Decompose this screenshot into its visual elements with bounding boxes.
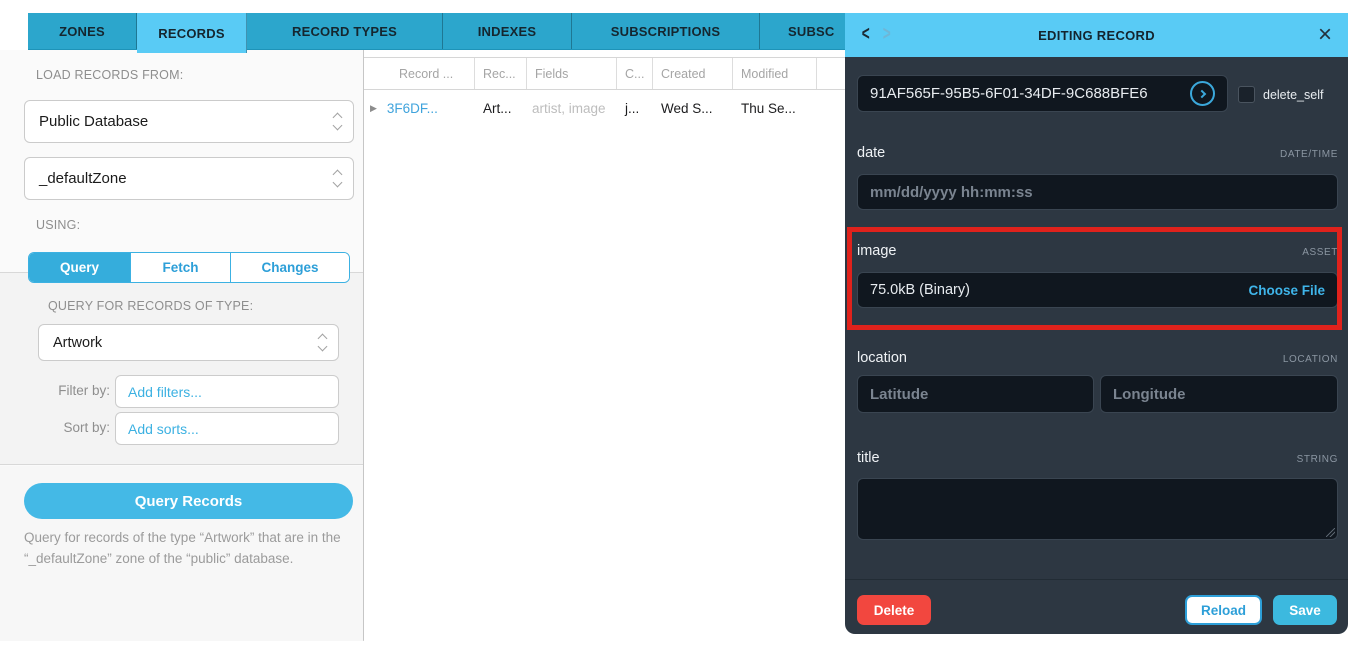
query-records-button[interactable]: Query Records xyxy=(24,483,353,519)
using-segmented-control: Query Fetch Changes xyxy=(28,252,350,283)
updown-chevrons-icon xyxy=(334,114,341,129)
add-sorts-field[interactable]: Add sorts... xyxy=(115,412,339,445)
tab-records[interactable]: RECORDS xyxy=(137,13,247,53)
cloudkit-dashboard: ZONES RECORDS RECORD TYPES INDEXES SUBSC… xyxy=(0,0,1360,654)
delete-self-checkbox[interactable] xyxy=(1238,86,1255,103)
record-type-select-value: Artwork xyxy=(53,335,102,351)
record-id-value: 91AF565F-95B5-6F01-34DF-9C688BFE6 xyxy=(870,85,1148,102)
tab-subscriptions[interactable]: SUBSCRIPTIONS xyxy=(572,13,760,49)
zone-select[interactable]: _defaultZone xyxy=(24,157,354,200)
tabbar: ZONES RECORDS RECORD TYPES INDEXES SUBSC… xyxy=(28,13,845,49)
record-type-cell: Art... xyxy=(475,101,527,116)
modified-cell: Thu Se... xyxy=(733,101,817,116)
title-field-type: STRING xyxy=(1297,454,1338,465)
open-record-icon[interactable] xyxy=(1190,81,1215,106)
sort-by-label: Sort by: xyxy=(38,420,110,435)
tab-indexes[interactable]: INDEXES xyxy=(443,13,572,49)
query-type-label: QUERY FOR RECORDS OF TYPE: xyxy=(48,299,253,313)
delete-button[interactable]: Delete xyxy=(857,595,931,625)
database-select-value: Public Database xyxy=(39,113,148,130)
zone-select-value: _defaultZone xyxy=(39,170,127,187)
column-created-by[interactable]: C... xyxy=(617,58,653,89)
longitude-input[interactable] xyxy=(1100,375,1338,413)
created-cell: Wed S... xyxy=(653,101,733,116)
table-row[interactable]: ▶ 3F6DF... Art... artist, image j... Wed… xyxy=(364,90,845,127)
updown-chevrons-icon xyxy=(334,171,341,186)
date-field-label: date xyxy=(857,145,885,161)
reload-button[interactable]: Reload xyxy=(1185,595,1262,625)
editor-panel: 91AF565F-95B5-6F01-34DF-9C688BFE6 delete… xyxy=(845,57,1348,634)
segment-fetch[interactable]: Fetch xyxy=(131,253,231,282)
column-spacer xyxy=(817,58,845,89)
add-filters-field[interactable]: Add filters... xyxy=(115,375,339,408)
date-field-type: DATE/TIME xyxy=(1280,149,1338,160)
query-sidebar: LOAD RECORDS FROM: Public Database _defa… xyxy=(0,50,364,641)
column-created[interactable]: Created xyxy=(653,58,733,89)
tab-record-types[interactable]: RECORD TYPES xyxy=(247,13,443,49)
segment-query[interactable]: Query xyxy=(29,253,131,282)
save-button[interactable]: Save xyxy=(1273,595,1337,625)
title-field-wrap xyxy=(857,478,1338,540)
record-id-field[interactable]: 91AF565F-95B5-6F01-34DF-9C688BFE6 xyxy=(857,75,1228,112)
using-label: USING: xyxy=(36,218,80,232)
title-field-label: title xyxy=(857,450,880,466)
record-type-select[interactable]: Artwork xyxy=(38,324,339,361)
load-records-label: LOAD RECORDS FROM: xyxy=(36,68,183,82)
tab-zones[interactable]: ZONES xyxy=(28,13,137,49)
choose-file-button[interactable]: Choose File xyxy=(1248,283,1325,298)
updown-chevrons-icon xyxy=(319,335,326,350)
records-table: Record ... Rec... Fields C... Created Mo… xyxy=(364,57,845,127)
date-input[interactable] xyxy=(857,174,1338,210)
column-modified[interactable]: Modified xyxy=(733,58,817,89)
footer-divider xyxy=(845,579,1348,580)
fields-cell: artist, image xyxy=(527,101,617,116)
created-by-cell: j... xyxy=(617,101,653,116)
close-icon[interactable]: × xyxy=(1318,23,1332,47)
title-textarea[interactable] xyxy=(857,478,1338,540)
editor-title: EDITING RECORD xyxy=(845,28,1348,43)
editor-header: EDITING RECORD < > × xyxy=(845,13,1348,57)
column-fields[interactable]: Fields xyxy=(527,58,617,89)
delete-self-label: delete_self xyxy=(1263,88,1323,102)
location-field-label: location xyxy=(857,350,907,366)
tab-subscription-types[interactable]: SUBSC xyxy=(760,13,845,49)
query-description: Query for records of the type “Artwork” … xyxy=(24,527,348,569)
filter-by-label: Filter by: xyxy=(38,383,110,398)
image-asset-field: 75.0kB (Binary) Choose File xyxy=(857,272,1338,308)
location-field-type: LOCATION xyxy=(1283,354,1338,365)
image-field-label: image xyxy=(857,243,897,259)
image-asset-value: 75.0kB (Binary) xyxy=(870,282,970,298)
segment-changes[interactable]: Changes xyxy=(231,253,349,282)
table-header: Record ... Rec... Fields C... Created Mo… xyxy=(364,57,845,90)
record-name-link[interactable]: 3F6DF... xyxy=(387,101,438,116)
image-field-type: ASSET xyxy=(1302,247,1338,258)
column-record-type[interactable]: Rec... xyxy=(475,58,527,89)
disclosure-triangle-icon[interactable]: ▶ xyxy=(370,103,377,114)
next-record-icon[interactable]: > xyxy=(883,24,891,47)
database-select[interactable]: Public Database xyxy=(24,100,354,143)
previous-record-icon[interactable]: < xyxy=(862,24,870,47)
latitude-input[interactable] xyxy=(857,375,1094,413)
column-record-name[interactable]: Record ... xyxy=(364,58,475,89)
